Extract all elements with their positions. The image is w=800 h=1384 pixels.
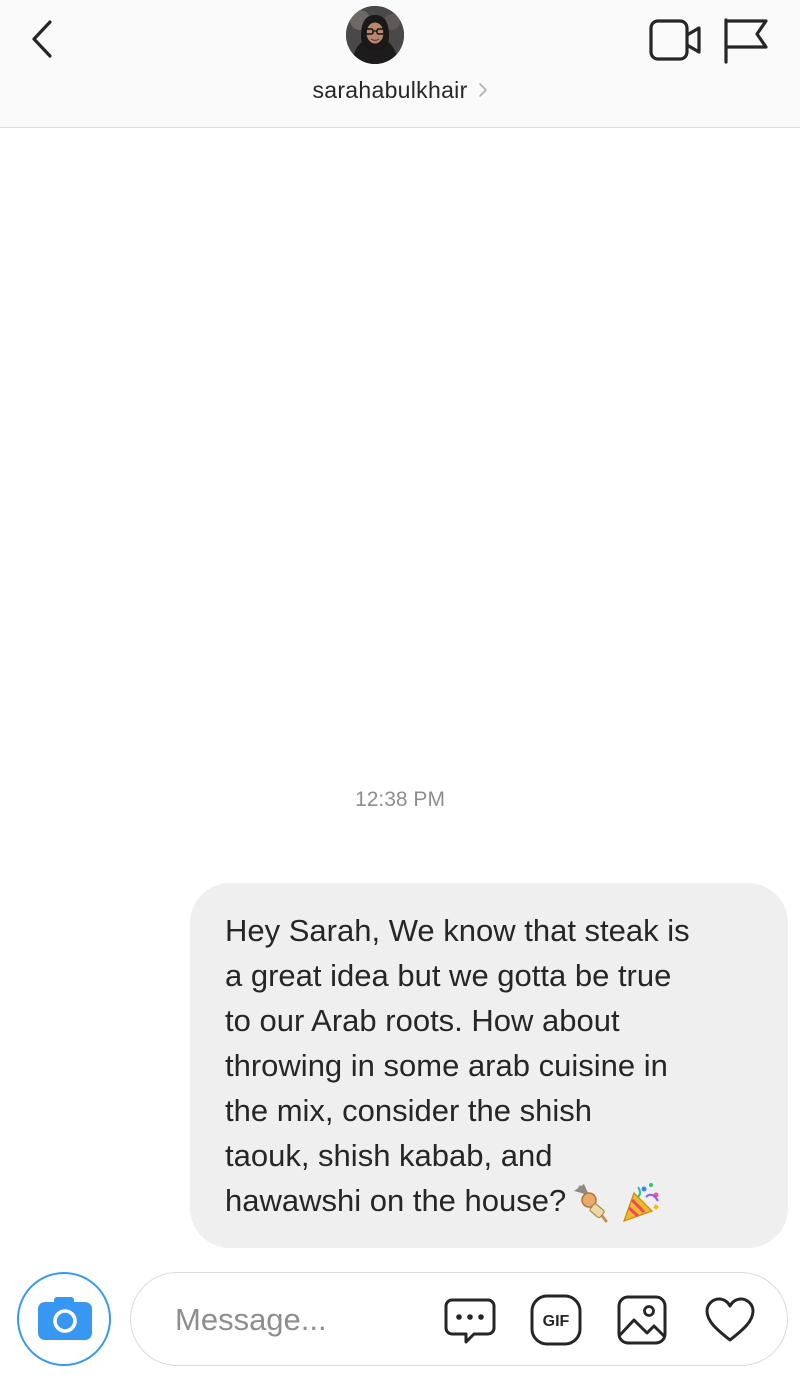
- message-input[interactable]: [173, 1295, 437, 1345]
- message-timestamp: 12:38 PM: [355, 788, 445, 811]
- chevron-left-icon: [32, 20, 52, 58]
- report-button[interactable]: [720, 16, 770, 64]
- gallery-icon: [617, 1295, 667, 1345]
- avatar[interactable]: [346, 6, 404, 64]
- camera-icon: [38, 1297, 92, 1340]
- message-text: Hey Sarah, We know that steak is a great…: [225, 913, 690, 1218]
- camera-button[interactable]: [17, 1272, 111, 1366]
- chat-options-button[interactable]: [444, 1294, 496, 1346]
- chat-header: sarahabulkhair: [0, 0, 800, 128]
- gif-icon: GIF: [530, 1294, 582, 1346]
- back-button[interactable]: [22, 14, 66, 64]
- video-camera-icon: [649, 19, 701, 61]
- chat-bubble-dots-icon: [444, 1298, 496, 1344]
- gif-button[interactable]: GIF: [530, 1294, 582, 1346]
- video-call-button[interactable]: [648, 18, 704, 62]
- message-composer: GIF: [130, 1272, 788, 1366]
- sent-message-bubble[interactable]: Hey Sarah, We know that steak is a great…: [190, 883, 788, 1248]
- like-button[interactable]: [704, 1294, 756, 1346]
- heart-icon: [705, 1297, 755, 1342]
- flag-icon: [724, 18, 768, 64]
- party-popper-emoji: [623, 1182, 660, 1222]
- username-link[interactable]: sarahabulkhair: [0, 70, 800, 110]
- gallery-button[interactable]: [616, 1294, 668, 1346]
- username: sarahabulkhair: [312, 76, 468, 103]
- svg-text:GIF: GIF: [543, 1313, 570, 1330]
- oden-skewer-emoji: [574, 1183, 608, 1223]
- profile-photo: [346, 6, 404, 64]
- chevron-right-icon: [478, 83, 487, 97]
